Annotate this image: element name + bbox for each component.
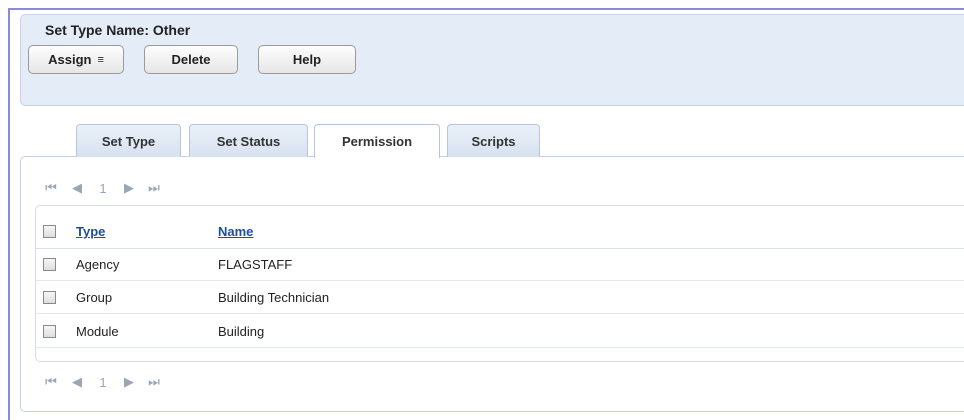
pager-top: ⏮ ◀ 1 ▶ ⏭: [40, 179, 164, 197]
next-page-icon[interactable]: ▶: [114, 180, 144, 196]
cell-name: Building: [218, 323, 265, 339]
tab-set-status[interactable]: Set Status: [189, 124, 308, 157]
cell-type: Agency: [76, 257, 120, 272]
table-row: Agency FLAGSTAFF: [36, 249, 964, 281]
tab-set-type[interactable]: Set Type: [76, 124, 181, 157]
page-title: Set Type Name: Other: [45, 22, 191, 38]
row-checkbox[interactable]: [43, 324, 56, 338]
last-page-icon[interactable]: ⏭: [144, 180, 164, 196]
first-page-icon[interactable]: ⏮: [40, 180, 62, 196]
cell-name: Building Technician: [218, 290, 330, 305]
table-row: Module Building: [36, 315, 964, 348]
column-header-type[interactable]: Type: [76, 224, 105, 239]
header-panel: Set Type Name: Other Assign ≡ Delete Hel…: [20, 14, 964, 106]
delete-button[interactable]: Delete: [144, 45, 238, 74]
page-number[interactable]: 1: [92, 181, 114, 196]
tab-permission[interactable]: Permission: [314, 124, 440, 158]
last-page-icon[interactable]: ⏭: [144, 374, 164, 390]
row-checkbox[interactable]: [43, 291, 56, 304]
first-page-icon[interactable]: ⏮: [40, 374, 62, 390]
assign-button-label: Assign: [48, 52, 92, 67]
pager-bottom: ⏮ ◀ 1 ▶ ⏭: [40, 373, 164, 391]
tab-scripts[interactable]: Scripts: [447, 124, 540, 157]
prev-page-icon[interactable]: ◀: [62, 374, 92, 390]
page-number[interactable]: 1: [92, 375, 114, 390]
column-header-name[interactable]: Name: [218, 224, 253, 239]
row-checkbox[interactable]: [43, 258, 56, 271]
cell-name: FLAGSTAFF: [218, 257, 293, 272]
cell-type: Group: [76, 290, 113, 305]
help-button[interactable]: Help: [258, 45, 356, 74]
dropdown-caret-icon: ≡: [97, 53, 104, 66]
table-header-row: Type Name: [36, 215, 964, 249]
next-page-icon[interactable]: ▶: [114, 374, 144, 390]
prev-page-icon[interactable]: ◀: [62, 180, 92, 196]
select-all-checkbox[interactable]: [43, 225, 56, 238]
assign-button[interactable]: Assign ≡: [28, 45, 124, 74]
table-row: Group Building Technician: [36, 282, 964, 314]
cell-type: Module: [76, 323, 119, 339]
